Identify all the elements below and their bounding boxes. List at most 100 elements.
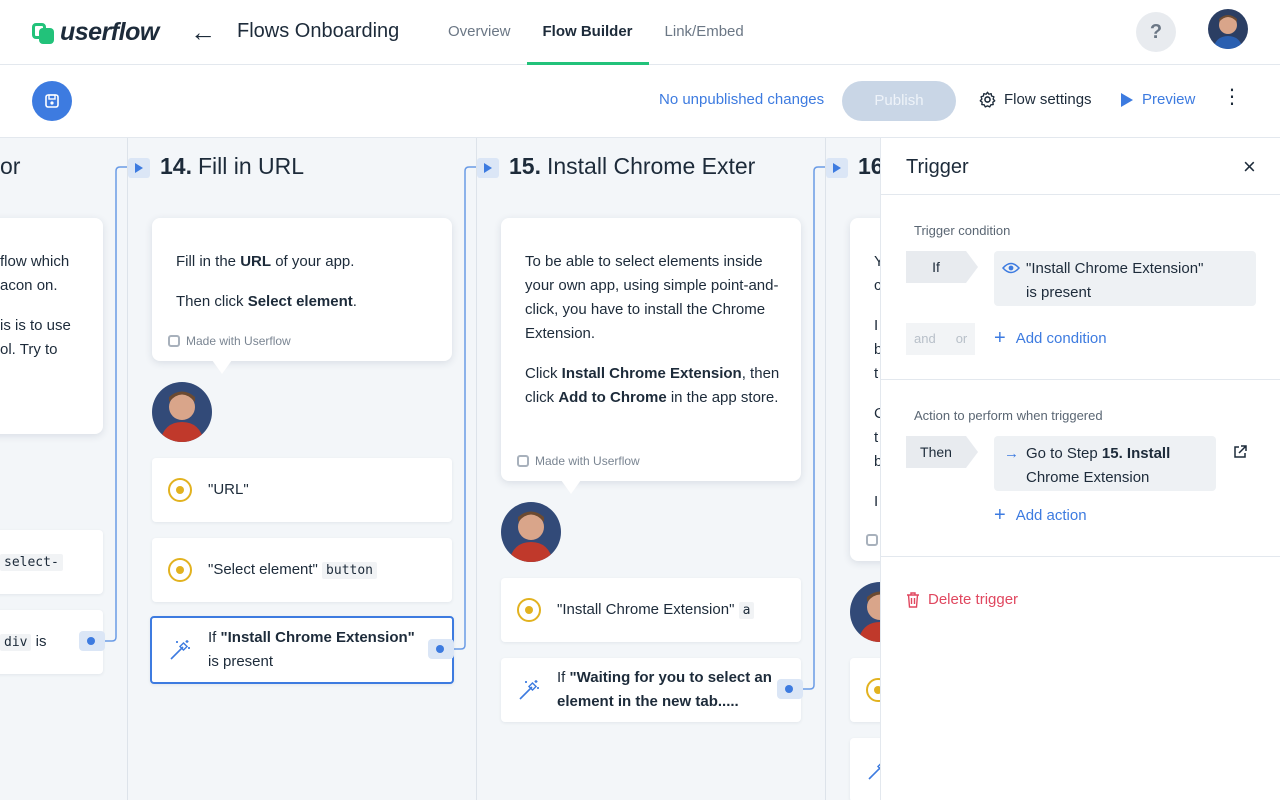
bubble-line: is is to use [0,317,71,334]
arrow-right-icon: → [1004,445,1019,462]
connector-handle[interactable] [79,631,105,651]
then-tag: Then [906,436,978,468]
toolbar: No unpublished changes Publish Flow sett… [0,65,1280,138]
trigger-card[interactable]: select- [0,530,103,594]
step-avatar [152,382,212,442]
trigger-card[interactable]: "Select element" button [152,538,452,602]
step-entry-marker [477,158,499,178]
flow-canvas[interactable]: or flow which acon on. is is to use ol. … [0,138,880,800]
preview-button[interactable]: Preview [1120,91,1195,108]
help-button[interactable]: ? [1136,12,1176,52]
publish-status: No unpublished changes [659,91,825,108]
trigger-code: select- [0,553,63,571]
connector-handle[interactable] [428,639,454,659]
play-icon [1121,92,1133,107]
userflow-logo[interactable]: userflow [32,18,159,47]
element-target-icon [517,598,541,622]
bubble-text: To be able to select elements inside you… [525,253,779,342]
userflow-mark-icon [866,534,878,546]
made-with-label: Made with Userflow [186,334,291,348]
bubble-text: Then click [176,293,248,310]
step-bubble[interactable]: To be able to select elements inside you… [501,218,801,481]
step-entry-marker [826,158,848,178]
delete-trigger-label: Delete trigger [928,591,1019,608]
connector-handle[interactable] [777,679,803,699]
logo-icon [32,21,54,45]
bubble-text: Click [525,365,562,382]
condition-box[interactable]: "Install Chrome Extension" is present [994,251,1256,306]
condition-trigger-card[interactable] [850,738,880,800]
tab-overview[interactable]: Overview [432,0,527,65]
magic-wand-icon [519,680,539,700]
step-name: Install Chrome Exter [546,153,756,179]
trigger-code: div [0,633,32,651]
column-divider [127,138,128,800]
bubble-tail [212,360,232,374]
column-divider [825,138,826,800]
trigger-code: button [322,561,378,579]
trigger-text: "URL" [208,481,249,498]
condition-sub: is present [1026,284,1092,301]
publish-button[interactable]: Publish [842,81,956,121]
eye-icon [1002,262,1020,274]
step-bubble[interactable]: Fill in the URL of your app. Then click … [152,218,452,361]
flow-settings-button[interactable]: Flow settings [979,91,1092,108]
trigger-text: "Select element" [208,560,318,578]
tab-link-embed[interactable]: Link/Embed [649,0,760,65]
bubble-bold: Install Chrome Extension [561,365,742,382]
step-number: 15. [509,153,541,179]
condition-target: "Install Chrome Extension" [220,629,415,646]
and-or-toggle[interactable]: and or [906,323,976,355]
user-avatar[interactable] [1208,9,1248,49]
preview-label: Preview [1142,91,1196,108]
bubble-text: in the app store. [666,389,779,406]
step-name: Fill in URL [197,153,305,179]
step-avatar [501,502,561,562]
trigger-text: "Install Chrome Extension" [557,600,735,618]
more-options-icon[interactable]: ⋮ [1222,87,1242,107]
condition-trigger-card[interactable]: If "Waiting for you to select an element… [501,658,801,722]
step-number: 14. [160,153,192,179]
userflow-mark-icon [168,335,180,347]
action-box[interactable]: → Go to Step 15. Install Chrome Extensio… [994,436,1216,491]
bubble-bold: Add to Chrome [558,389,667,406]
delete-trigger-button[interactable]: Delete trigger [906,591,1018,608]
trash-icon [907,591,919,608]
add-action-label: Add action [1015,506,1087,524]
or-option[interactable]: or [956,323,968,355]
flow-title: Flows Onboarding [237,20,400,42]
close-icon[interactable]: × [1243,154,1256,180]
external-link-icon[interactable] [1232,444,1248,460]
trigger-condition-label: Trigger condition [914,223,1011,238]
bubble-line: ol. Try to [0,341,58,358]
condition-target: "Waiting for you to select an element in… [557,669,772,710]
floppy-icon [45,94,59,108]
action-step: 15. Install [1101,445,1171,462]
trigger-text: is [35,632,47,650]
trigger-card[interactable] [850,658,880,722]
step-title: 15. Install Chrome Exter [509,153,755,180]
add-condition-button[interactable]: + Add condition [994,328,1107,348]
bubble-text: of your app. [271,253,355,270]
step-bubble-partial[interactable]: flow which acon on. is is to use ol. Try… [0,218,103,434]
trigger-code: a [738,601,755,619]
back-arrow-icon[interactable]: ← [190,17,216,48]
add-action-button[interactable]: + Add action [994,505,1087,525]
flow-settings-label: Flow settings [1004,91,1092,108]
bubble-bold: URL [240,253,272,270]
save-button[interactable] [32,81,72,121]
action-prefix: Go to Step [1026,445,1102,462]
gear-icon [979,91,996,108]
trigger-card[interactable]: "Install Chrome Extension" a [501,578,801,642]
element-target-icon [168,558,192,582]
made-with-badge: Made with Userflow [168,334,291,348]
and-option[interactable]: and [914,323,936,355]
trigger-card[interactable]: "URL" [152,458,452,522]
condition-trigger-card-selected[interactable]: If "Install Chrome Extension" is present [150,616,454,684]
tab-flow-builder[interactable]: Flow Builder [526,0,649,65]
step-bubble[interactable]: Y c I b t C t b I [850,218,880,561]
bubble-text: Fill in the [176,253,241,270]
condition-prefix: If [208,629,221,646]
bubble-line: acon on. [0,277,58,294]
trigger-panel: Trigger × Trigger condition If "Install … [880,138,1280,800]
